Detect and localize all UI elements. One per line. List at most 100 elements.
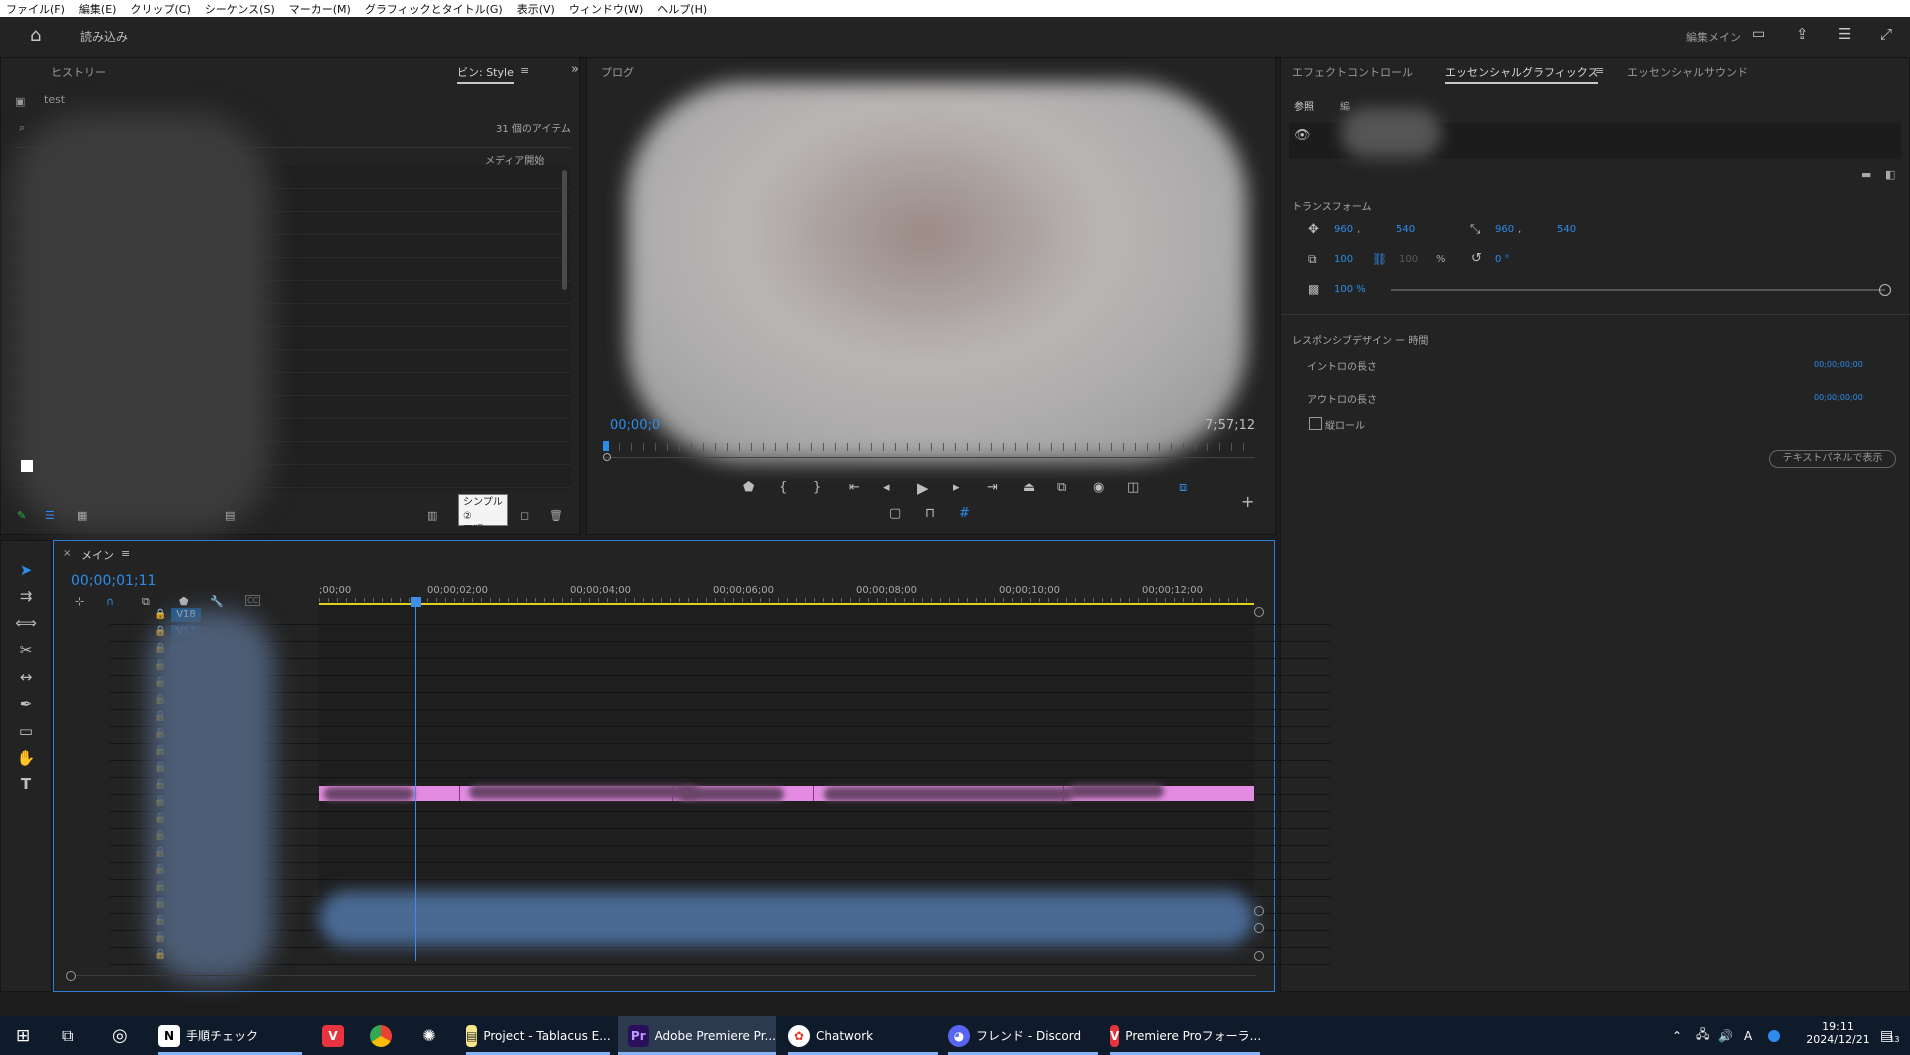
new-item-icon[interactable]: ◻ xyxy=(520,509,529,522)
menu-help[interactable]: ヘルプ(H) xyxy=(657,1,707,17)
column-media-start[interactable]: メディア開始 xyxy=(485,152,544,167)
type-tool-icon[interactable]: T xyxy=(14,773,38,795)
fullscreen-icon[interactable]: ⤢ xyxy=(1880,25,1892,43)
taskbar-app-discord[interactable]: ◕ フレンド - Discord xyxy=(948,1016,1098,1055)
ruler-icon[interactable]: ⊓ xyxy=(925,506,935,521)
step-forward-icon[interactable]: ▸ xyxy=(953,480,960,495)
chrome-icon[interactable] xyxy=(370,1016,398,1055)
safe-margins-icon[interactable]: ▢ xyxy=(889,506,901,521)
sequence-tab[interactable]: メイン xyxy=(81,547,114,563)
link-icon[interactable]: ⛓ xyxy=(1372,252,1387,266)
rotation-value[interactable]: 0 ° xyxy=(1495,254,1510,265)
monitor-time-ruler[interactable] xyxy=(607,443,1255,451)
menu-graphics[interactable]: グラフィックとタイトル(G) xyxy=(365,1,503,17)
scale-height[interactable]: 100 xyxy=(1399,254,1418,265)
eye-icon[interactable]: 👁 xyxy=(1294,128,1311,143)
taskbar-app-premiere[interactable]: Pr Adobe Premiere Pr... xyxy=(618,1016,776,1055)
vertical-scroll-handle[interactable] xyxy=(1254,906,1264,916)
menu-marker[interactable]: マーカー(M) xyxy=(289,1,351,17)
opacity-slider-track[interactable] xyxy=(1391,289,1885,291)
panel-toggle-icon[interactable]: ▭ xyxy=(1752,26,1765,42)
step-back-icon[interactable]: ◂ xyxy=(883,480,890,495)
task-view-icon[interactable]: ⧉ xyxy=(62,1016,73,1055)
notification-icon[interactable]: ▤ 13 xyxy=(1880,1016,1903,1055)
clock[interactable]: 19:11 2024/12/21 xyxy=(1803,1020,1873,1046)
windows-start-icon[interactable]: ⊞ xyxy=(16,1016,30,1055)
menu-view[interactable]: 表示(V) xyxy=(517,1,555,17)
taskbar-app-vivaldi[interactable]: V Premiere Proフォーラ... xyxy=(1110,1016,1261,1055)
scale-value[interactable]: 100 xyxy=(1334,254,1353,265)
list-view-icon[interactable]: ☰ xyxy=(45,509,55,522)
go-to-in-icon[interactable]: ⇤ xyxy=(849,480,860,495)
anchor-x[interactable]: 960 xyxy=(1495,224,1514,235)
icon-view-icon[interactable]: ▦ xyxy=(77,509,87,522)
hand-tool-icon[interactable]: ✋ xyxy=(14,747,38,769)
playhead-timecode[interactable]: 00;00;0 xyxy=(610,418,660,433)
razor-tool-icon[interactable]: ✂ xyxy=(14,639,38,661)
audio-scroll-handle[interactable] xyxy=(1254,923,1264,933)
vivaldi-icon[interactable]: V xyxy=(322,1016,350,1055)
bin-scrollbar[interactable] xyxy=(562,170,567,290)
monitor-playhead[interactable] xyxy=(603,441,609,451)
import-tab[interactable]: 読み込み xyxy=(80,28,128,45)
mark-in-icon[interactable]: { xyxy=(779,480,787,495)
taskbar-app-tablacus[interactable]: ▤ Project - Tablacus E... xyxy=(466,1016,611,1055)
comparison-view-icon[interactable]: ◫ xyxy=(1127,480,1139,495)
ime-indicator[interactable]: A xyxy=(1744,1016,1752,1055)
settings-icon[interactable]: ☰ xyxy=(1838,25,1851,43)
chatgpt-icon[interactable]: ✺ xyxy=(418,1016,446,1055)
tab-history[interactable]: ヒストリー xyxy=(51,64,106,80)
new-folder-icon[interactable]: ▬ xyxy=(1861,168,1871,181)
mark-out-icon[interactable]: } xyxy=(813,480,821,495)
lock-icon[interactable]: 🔒 xyxy=(154,609,166,620)
panel-menu-icon[interactable]: ≡ xyxy=(520,64,529,77)
position-y[interactable]: 540 xyxy=(1396,224,1415,235)
tab-essential-sound[interactable]: エッセンシャルサウンド xyxy=(1627,64,1748,80)
pen-tool-icon[interactable]: ✒ xyxy=(14,693,38,715)
workspace-label[interactable]: 編集メイン xyxy=(1686,29,1741,45)
guides-icon[interactable]: # xyxy=(959,506,970,521)
home-icon[interactable]: ⌂ xyxy=(30,25,41,46)
pencil-icon[interactable]: ✎ xyxy=(17,509,26,522)
expand-panels-icon[interactable]: » xyxy=(571,62,579,77)
add-marker-icon[interactable]: ⬟ xyxy=(743,480,754,495)
tab-program[interactable]: プログ xyxy=(601,64,634,80)
lift-icon[interactable]: ⏏ xyxy=(1023,480,1035,495)
horizontal-scroll-handle[interactable] xyxy=(66,971,76,981)
anchor-y[interactable]: 540 xyxy=(1557,224,1576,235)
intro-value[interactable]: 00;00;00;00 xyxy=(1814,360,1863,369)
proxy-toggle-icon[interactable]: ⧈ xyxy=(1179,480,1187,495)
panel-menu-icon[interactable]: ≡ xyxy=(121,547,130,560)
slip-tool-icon[interactable]: ↔ xyxy=(14,666,38,688)
roll-checkbox[interactable] xyxy=(1309,417,1322,430)
timeline-timecode[interactable]: 00;00;01;11 xyxy=(71,573,156,589)
taskbar-app-notion[interactable]: N 手順チェック xyxy=(158,1016,302,1055)
play-icon[interactable]: ▶ xyxy=(917,479,929,497)
camera-icon[interactable]: ◉ xyxy=(1093,480,1104,495)
monitor-zoom-bar[interactable] xyxy=(605,457,1255,458)
onedrive-icon[interactable] xyxy=(1768,1016,1780,1055)
search-icon[interactable]: ⌕ xyxy=(19,121,25,135)
tab-effect-controls[interactable]: エフェクトコントロール xyxy=(1292,64,1413,80)
playhead-handle[interactable] xyxy=(411,597,421,607)
text-panel-button[interactable]: テキストパネルで表示 xyxy=(1769,450,1896,468)
network-icon[interactable]: 🖧 xyxy=(1696,1016,1709,1055)
position-x[interactable]: 960 xyxy=(1334,224,1353,235)
outro-value[interactable]: 00;00;00;00 xyxy=(1814,393,1863,402)
selection-tool-icon[interactable]: ➤ xyxy=(14,559,38,581)
tab-essential-graphics[interactable]: エッセンシャルグラフィックス xyxy=(1445,64,1599,84)
tab-bin-style[interactable]: ビン: Style xyxy=(457,64,514,84)
zoom-handle-left[interactable] xyxy=(603,453,611,461)
menu-sequence[interactable]: シーケンス(S) xyxy=(205,1,275,17)
track-select-tool-icon[interactable]: ⇉ xyxy=(14,585,38,607)
trash-icon[interactable]: 🗑 xyxy=(549,509,563,522)
go-to-out-icon[interactable]: ⇥ xyxy=(987,480,998,495)
nest-icon[interactable]: ⊹ xyxy=(75,595,84,608)
extract-icon[interactable]: ⧉ xyxy=(1057,480,1066,495)
automate-icon[interactable]: ▥ xyxy=(427,509,437,522)
sub-tab-browse[interactable]: 参照 xyxy=(1294,98,1314,113)
taskbar-app-chatwork[interactable]: ✿ Chatwork xyxy=(788,1016,938,1055)
panel-menu-icon[interactable]: ≡ xyxy=(1595,64,1604,77)
opacity-slider-handle[interactable] xyxy=(1879,284,1891,296)
menu-file[interactable]: ファイル(F) xyxy=(6,1,65,17)
